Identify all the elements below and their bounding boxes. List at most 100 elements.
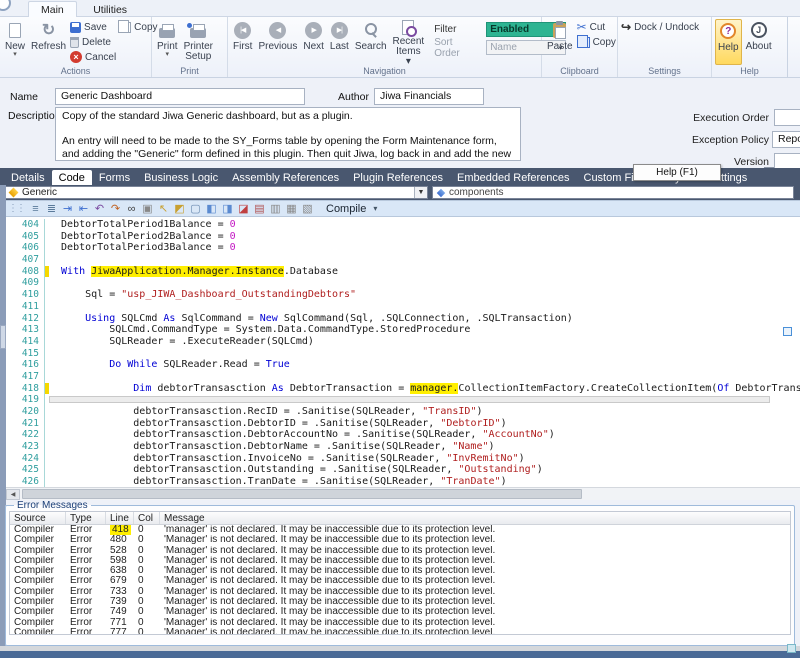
code-line-408[interactable]: 408 With JiwaApplication.Manager.Instanc…: [6, 266, 800, 278]
paste-icon: [553, 23, 566, 38]
code-line-405[interactable]: 405 DebtorTotalPeriod2Balance = 0: [6, 231, 800, 243]
replace-icon[interactable]: ▣: [140, 201, 155, 216]
previous-button[interactable]: ◀ Previous: [256, 19, 299, 65]
last-button[interactable]: ▶| Last: [328, 19, 351, 65]
scroll-left-arrow-icon[interactable]: ◀: [6, 489, 20, 500]
code-line-415[interactable]: 415: [6, 348, 800, 360]
code-line-419[interactable]: 419: [6, 394, 800, 406]
code-line-412[interactable]: 412 Using SQLCmd As SqlCommand = New Sql…: [6, 313, 800, 325]
error-grid[interactable]: Source Type Line Col Message CompilerErr…: [9, 511, 791, 635]
comment-add-icon[interactable]: ◧: [204, 201, 219, 216]
new-dropdown-arrow[interactable]: ▾: [13, 52, 17, 58]
description-field[interactable]: Copy of the standard Jiwa Generic dashbo…: [55, 107, 521, 161]
comment-icon[interactable]: ◨: [220, 201, 235, 216]
error-row[interactable]: CompilerError7330'Manager' is not declar…: [10, 587, 790, 597]
code-line-422[interactable]: 422 debtorTransasction.DebtorAccountNo =…: [6, 429, 800, 441]
code-line-411[interactable]: 411: [6, 301, 800, 313]
resize-grip[interactable]: [787, 644, 796, 653]
line-number: 410: [6, 289, 44, 301]
compile-button[interactable]: Compile: [320, 203, 372, 215]
paste-button[interactable]: Paste: [545, 19, 575, 65]
error-row[interactable]: CompilerError7390'Manager' is not declar…: [10, 597, 790, 607]
chevron-down-icon[interactable]: ▼: [414, 187, 427, 198]
outdent-icon[interactable]: ⇤: [76, 201, 91, 216]
code-line-426[interactable]: 426 debtorTransasction.TranDate = .Sanit…: [6, 476, 800, 487]
bookmark-icon[interactable]: ▤: [252, 201, 267, 216]
copy-button[interactable]: Copy: [577, 35, 616, 49]
error-row[interactable]: CompilerError7490'Manager' is not declar…: [10, 607, 790, 617]
error-row[interactable]: CompilerError5280'Manager' is not declar…: [10, 546, 790, 556]
find-icon[interactable]: ∞: [124, 201, 139, 216]
components-combo[interactable]: components: [432, 186, 794, 199]
code-line-409[interactable]: 409: [6, 277, 800, 289]
recent-items-button[interactable]: Recent Items ▾: [391, 19, 427, 65]
cut-button[interactable]: Cut: [577, 20, 616, 34]
code-line-406[interactable]: 406 DebtorTotalPeriod3Balance = 0: [6, 242, 800, 254]
print-button[interactable]: Print ▾: [155, 19, 180, 65]
undo-icon[interactable]: ↶: [92, 201, 107, 216]
exception-policy-field[interactable]: Report: [772, 131, 800, 148]
search-button[interactable]: Search: [353, 19, 389, 65]
breakpoint-toggle-icon[interactable]: ▢: [188, 201, 203, 216]
execution-order-field[interactable]: [774, 109, 800, 126]
column-header-message[interactable]: Message: [160, 512, 790, 524]
cancel-button[interactable]: Cancel: [70, 50, 116, 64]
code-line-418[interactable]: 418 Dim debtorTransasction As DebtorTran…: [6, 383, 800, 395]
error-row[interactable]: CompilerError6380'Manager' is not declar…: [10, 566, 790, 576]
code-line-424[interactable]: 424 debtorTransasction.InvoiceNo = .Sani…: [6, 453, 800, 465]
error-row[interactable]: CompilerError4800'Manager' is not declar…: [10, 535, 790, 545]
next-button[interactable]: ▶ Next: [301, 19, 326, 65]
first-button[interactable]: |◀ First: [231, 19, 254, 65]
name-field[interactable]: Generic Dashboard: [55, 88, 305, 105]
format-document-icon[interactable]: ≡: [28, 201, 43, 216]
error-row[interactable]: CompilerError4180'manager' is not declar…: [10, 525, 790, 535]
printer-setup-button[interactable]: Printer Setup: [182, 19, 215, 65]
code-line-420[interactable]: 420 debtorTransasction.RecID = .Sanitise…: [6, 406, 800, 418]
snippet-icon[interactable]: ◩: [172, 201, 187, 216]
refresh-button[interactable]: Refresh: [29, 19, 68, 65]
column-header-type[interactable]: Type: [66, 512, 106, 524]
scrollbar-thumb[interactable]: [22, 489, 582, 499]
code-line-421[interactable]: 421 debtorTransasction.DebtorID = .Sanit…: [6, 418, 800, 430]
first-record-icon: |◀: [234, 22, 251, 39]
error-message-cell: 'Manager' is not declared. It may be ina…: [160, 576, 790, 586]
indent-icon[interactable]: ⇥: [60, 201, 75, 216]
comment-delete-icon[interactable]: ◪: [236, 201, 251, 216]
code-line-416[interactable]: 416 Do While SQLReader.Read = True: [6, 359, 800, 371]
column-header-line[interactable]: Line: [106, 512, 134, 524]
code-line-410[interactable]: 410 Sql = "usp_JIWA_Dashboard_Outstandin…: [6, 289, 800, 301]
delete-button[interactable]: Delete: [70, 35, 116, 49]
redo-icon[interactable]: ↷: [108, 201, 123, 216]
code-line-413[interactable]: 413 SQLCmd.CommandType = System.Data.Com…: [6, 324, 800, 336]
code-line-404[interactable]: 404 DebtorTotalPeriod1Balance = 0: [6, 219, 800, 231]
code-line-414[interactable]: 414 SQLReader = .ExecuteReader(SQLCmd): [6, 336, 800, 348]
toolbar-overflow-icon[interactable]: ▾: [373, 204, 377, 213]
select-pointer-icon[interactable]: ↖: [156, 201, 171, 216]
new-button[interactable]: New ▾: [3, 19, 27, 65]
print-dropdown-arrow[interactable]: ▾: [166, 52, 170, 58]
toolbar-grip[interactable]: ⋮⋮: [8, 203, 24, 214]
code-line-407[interactable]: 407: [6, 254, 800, 266]
save-button[interactable]: Save: [70, 20, 116, 34]
code-line-423[interactable]: 423 debtorTransasction.DebtorName = .San…: [6, 441, 800, 453]
bookmark-prev-icon[interactable]: ▦: [284, 201, 299, 216]
code-editor[interactable]: 404 DebtorTotalPeriod1Balance = 0405 Deb…: [6, 217, 800, 487]
bookmark-next-icon[interactable]: ▥: [268, 201, 283, 216]
dock-undock-button[interactable]: Dock / Undock: [621, 20, 699, 34]
about-button[interactable]: About: [744, 19, 774, 65]
error-row[interactable]: CompilerError7710'Manager' is not declar…: [10, 618, 790, 628]
author-field[interactable]: Jiwa Financials: [374, 88, 484, 105]
help-button[interactable]: Help: [715, 19, 742, 65]
error-row[interactable]: CompilerError6790'Manager' is not declar…: [10, 576, 790, 586]
error-row[interactable]: CompilerError7770'Manager' is not declar…: [10, 628, 790, 635]
error-row[interactable]: CompilerError5980'Manager' is not declar…: [10, 556, 790, 566]
bookmark-clear-icon[interactable]: ▧: [300, 201, 315, 216]
module-combo[interactable]: Generic ▼: [4, 186, 428, 199]
column-header-source[interactable]: Source: [10, 512, 66, 524]
code-line-417[interactable]: 417: [6, 371, 800, 383]
code-line-425[interactable]: 425 debtorTransasction.Outstanding = .Sa…: [6, 464, 800, 476]
column-header-col[interactable]: Col: [134, 512, 160, 524]
format-selection-icon[interactable]: ≣: [44, 201, 59, 216]
ribbon-tab-main[interactable]: Main: [28, 1, 77, 18]
editor-horizontal-scrollbar[interactable]: ◀: [6, 487, 800, 500]
